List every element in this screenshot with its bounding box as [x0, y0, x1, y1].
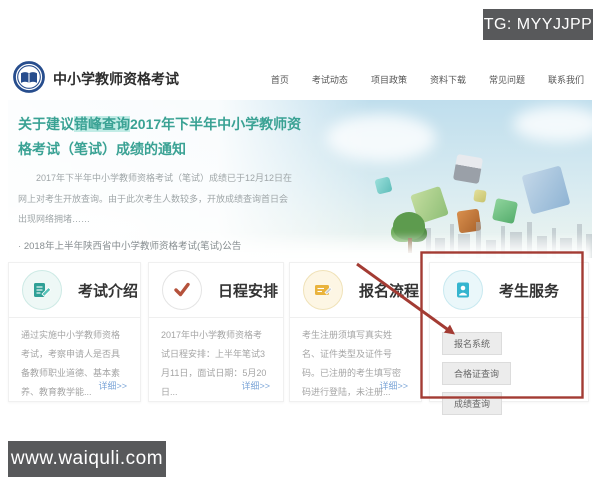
notebook-pencil-icon	[22, 270, 62, 310]
certificate-query-button[interactable]: 合格证查询	[442, 362, 512, 385]
news-list: 2018年上半年陕西省中小学教师资格考试(笔试)公告 贵州省关于2018年上半年…	[18, 238, 310, 258]
banner-text-block: 关于建议错峰查询2017年下半年中小学教师资格考试（笔试）成绩的通知 2017年…	[18, 112, 310, 258]
detail-link[interactable]: 详细>>	[379, 379, 408, 392]
announcement-summary: 2017年下半年中小学教师资格考试（笔试）成绩已于12月12日在网上对考生开放查…	[18, 173, 293, 225]
form-card-icon	[303, 270, 343, 310]
news-item[interactable]: 贵州省关于2018年上半年中小学教师资格考试笔试有关事项的公告	[18, 256, 310, 258]
nav-item-policy[interactable]: 项目政策	[371, 73, 407, 86]
card-candidate-services: 考生服务 报名系统 合格证查询 成绩查询	[429, 262, 589, 415]
service-buttons: 报名系统 合格证查询 成绩查询	[430, 318, 588, 415]
website-watermark-badge: www.waiquli.com	[8, 441, 166, 477]
card-header: 考试介绍	[9, 263, 140, 318]
website-window: 中小学教师资格考试 首页 考试动态 项目政策 资料下载 常见问题 联系我们 关于…	[8, 55, 592, 430]
headline-prefix: 关于建议	[18, 116, 74, 132]
hero-banner: 关于建议错峰查询2017年下半年中小学教师资格考试（笔试）成绩的通知 2017年…	[8, 100, 592, 258]
card-header: 日程安排	[149, 263, 283, 318]
tg-contact-badge: TG: MYYJJPP	[483, 9, 593, 40]
site-logo-icon	[13, 61, 45, 93]
nav-item-downloads[interactable]: 资料下载	[430, 73, 466, 86]
headline-highlight: 错峰查询	[74, 116, 130, 132]
card-header: 报名流程	[290, 263, 421, 318]
nav-item-faq[interactable]: 常见问题	[489, 73, 525, 86]
signup-system-button[interactable]: 报名系统	[442, 332, 503, 355]
card-registration-flow: 报名流程 考生注册须填写真实姓名、证件类型及证件号码。已注册的考生填写密码进行登…	[289, 262, 422, 402]
announcement-headline[interactable]: 关于建议错峰查询2017年下半年中小学教师资格考试（笔试）成绩的通知	[18, 112, 310, 161]
card-title: 考生服务	[499, 282, 560, 300]
main-nav: 首页 考试动态 项目政策 资料下载 常见问题 联系我们	[271, 73, 584, 86]
card-header: 考生服务	[430, 263, 588, 318]
nav-item-home[interactable]: 首页	[271, 73, 289, 86]
card-exam-intro: 考试介绍 通过实施中小学教师资格考试，考察申请人是否具备教师职业道德、基本素养、…	[8, 262, 141, 402]
nav-item-contact[interactable]: 联系我们	[548, 73, 584, 86]
card-title: 日程安排	[218, 282, 279, 300]
detail-link[interactable]: 详细>>	[241, 379, 270, 392]
site-header: 中小学教师资格考试 首页 考试动态 项目政策 资料下载 常见问题 联系我们	[8, 55, 592, 100]
student-badge-icon	[443, 270, 483, 310]
checkmark-icon	[162, 270, 202, 310]
site-title: 中小学教师资格考试	[53, 71, 179, 87]
detail-link[interactable]: 详细>>	[98, 379, 127, 392]
card-title: 报名流程	[359, 282, 420, 300]
news-item[interactable]: 2018年上半年陕西省中小学教师资格考试(笔试)公告	[18, 238, 310, 256]
card-title: 考试介绍	[78, 282, 139, 300]
nav-item-exam-news[interactable]: 考试动态	[312, 73, 348, 86]
score-query-button[interactable]: 成绩查询	[442, 392, 503, 415]
card-schedule: 日程安排 2017年中小学教师资格考试日程安排：上半年笔试3月11日，面试日期：…	[148, 262, 284, 402]
